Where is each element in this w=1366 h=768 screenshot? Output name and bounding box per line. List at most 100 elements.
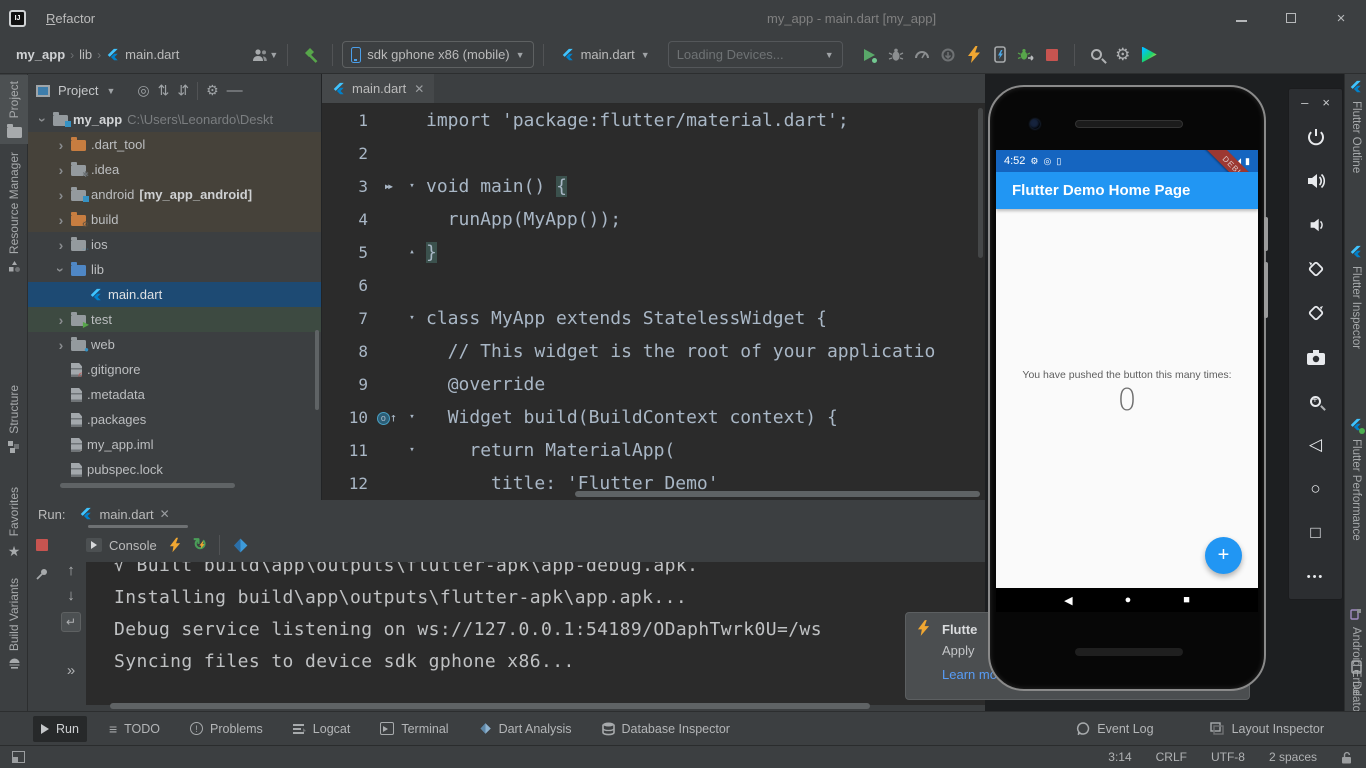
stop-button[interactable] bbox=[1039, 42, 1065, 68]
emu-back-button[interactable]: ◁ bbox=[1306, 423, 1326, 467]
minimize-window-button[interactable] bbox=[1216, 0, 1266, 36]
emu-home-button[interactable]: ○ bbox=[1306, 467, 1326, 511]
emu-volume-up-button[interactable] bbox=[1306, 159, 1326, 203]
emu-overview-button[interactable]: □ bbox=[1306, 511, 1326, 555]
tool-strip-flutter-outline[interactable]: Flutter Outline bbox=[1345, 80, 1366, 173]
chevron-icon[interactable]: › bbox=[56, 137, 66, 153]
run-line-icon[interactable]: ▸▸ bbox=[374, 170, 400, 203]
hot-reload-icon[interactable] bbox=[169, 537, 181, 553]
tree-item-my_app[interactable]: ›my_app C:\Users\Leonardo\Deskt bbox=[28, 107, 321, 132]
collapse-all-button[interactable]: ⇵ bbox=[177, 82, 189, 99]
chevron-icon[interactable]: › bbox=[35, 115, 51, 125]
chevron-icon[interactable]: › bbox=[53, 265, 69, 275]
run-button[interactable] bbox=[857, 42, 883, 68]
nav-home-button[interactable]: ● bbox=[1125, 594, 1132, 606]
emu-more-button[interactable]: ••• bbox=[1306, 555, 1326, 599]
lock-icon[interactable] bbox=[1341, 751, 1352, 764]
chevron-down-icon[interactable]: ▼ bbox=[106, 86, 115, 96]
device-screen[interactable]: 4:52 ⚙ ◎ ▯ ▼ ◢ ▮ DEBUG Flutter Demo Home… bbox=[996, 150, 1258, 612]
chevron-icon[interactable]: › bbox=[56, 312, 66, 328]
nav-back-button[interactable]: ◀ bbox=[1064, 594, 1072, 607]
device-selector[interactable]: sdk gphone x86 (mobile) ▼ bbox=[342, 41, 533, 68]
chevron-icon[interactable]: › bbox=[56, 162, 66, 178]
run-anything-button[interactable] bbox=[1136, 42, 1162, 68]
breadcrumb-file[interactable]: main.dart bbox=[125, 47, 179, 62]
tree-item-test[interactable]: ›▶test bbox=[28, 307, 321, 332]
scroll-down-button[interactable]: ↓ bbox=[67, 587, 75, 604]
tree-item-lib[interactable]: ›lib bbox=[28, 257, 321, 282]
tool-strip-resource-manager[interactable]: Resource Manager bbox=[0, 152, 28, 274]
fold-marker-icon[interactable]: ▾ bbox=[404, 434, 420, 467]
close-tab-icon[interactable]: ✕ bbox=[160, 507, 170, 521]
run-tab-main-dart[interactable]: main.dart ✕ bbox=[75, 500, 173, 528]
soft-wrap-button[interactable]: ↵ bbox=[61, 612, 81, 632]
run-config-selector[interactable]: main.dart ▼ bbox=[553, 41, 658, 68]
line-ending[interactable]: CRLF bbox=[1156, 750, 1187, 764]
debug-button[interactable] bbox=[883, 42, 909, 68]
editor-horizontal-scrollbar[interactable] bbox=[575, 491, 980, 497]
pin-icon[interactable] bbox=[35, 567, 49, 581]
chevron-icon[interactable]: › bbox=[56, 212, 66, 228]
console-horizontal-scrollbar[interactable] bbox=[110, 703, 870, 709]
indent-setting[interactable]: 2 spaces bbox=[1269, 750, 1317, 764]
dart-devtools-icon[interactable] bbox=[232, 537, 249, 554]
vcs-users-button[interactable]: ▼ bbox=[251, 42, 278, 68]
console-tab[interactable]: Console bbox=[86, 538, 157, 553]
scroll-up-button[interactable]: ↑ bbox=[67, 562, 75, 579]
tool-tab-dart-analysis[interactable]: Dart Analysis bbox=[471, 716, 580, 742]
emu-camera-button[interactable] bbox=[1306, 335, 1326, 379]
hot-restart-icon[interactable]: ↻ bbox=[193, 535, 207, 555]
expand-all-button[interactable]: ⇅ bbox=[158, 82, 170, 99]
tool-strip-de[interactable]: De bbox=[1345, 660, 1366, 696]
tool-strip-flutter-inspector[interactable]: Flutter Inspector bbox=[1345, 245, 1366, 349]
search-everywhere-button[interactable] bbox=[1084, 42, 1110, 68]
hide-panel-button[interactable]: — bbox=[227, 82, 243, 100]
fold-marker-icon[interactable]: ▾ bbox=[404, 401, 420, 434]
tree-item-build[interactable]: ›⚙build bbox=[28, 207, 321, 232]
menu-refactor[interactable]: Refactor bbox=[36, 0, 107, 36]
editor-vertical-scrollbar[interactable] bbox=[978, 108, 983, 258]
tool-tab-layout-inspector[interactable]: Layout Inspector bbox=[1202, 716, 1332, 742]
override-marker-icon[interactable]: o↑ bbox=[374, 401, 400, 435]
emulator-minimize-button[interactable]: – bbox=[1301, 95, 1308, 110]
tool-tab-todo[interactable]: ≡TODO bbox=[101, 716, 168, 742]
tree-item-android[interactable]: ›android [my_app_android] bbox=[28, 182, 321, 207]
tree-item-pubspec.lock[interactable]: pubspec.lock bbox=[28, 457, 321, 482]
profile-button[interactable] bbox=[909, 42, 935, 68]
apply-changes-button[interactable] bbox=[987, 42, 1013, 68]
emu-power-button[interactable] bbox=[1306, 115, 1326, 159]
panel-settings-button[interactable]: ⚙ bbox=[206, 82, 219, 99]
maximize-window-button[interactable] bbox=[1266, 0, 1316, 36]
close-window-button[interactable]: × bbox=[1316, 0, 1366, 36]
project-panel-title[interactable]: Project bbox=[58, 83, 98, 98]
fold-marker-icon[interactable]: ▾ bbox=[404, 170, 420, 203]
flutter-device-selector[interactable]: Loading Devices... ▼ bbox=[668, 41, 843, 68]
tool-strip-structure[interactable]: Structure bbox=[0, 385, 28, 453]
fold-marker-icon[interactable]: ▴ bbox=[404, 236, 420, 269]
code-area[interactable]: 1import 'package:flutter/material.dart';… bbox=[322, 104, 985, 500]
tool-tab-database-inspector[interactable]: Database Inspector bbox=[594, 716, 738, 742]
tree-item-.idea[interactable]: ›✱.idea bbox=[28, 157, 321, 182]
emu-rotate-left-button[interactable] bbox=[1306, 247, 1326, 291]
caret-position[interactable]: 3:14 bbox=[1108, 750, 1131, 764]
flutter-attach-button[interactable] bbox=[1013, 42, 1039, 68]
tree-item-my_app.iml[interactable]: my_app.iml bbox=[28, 432, 321, 457]
tool-tab-terminal[interactable]: Terminal bbox=[372, 716, 456, 742]
expand-gutter-button[interactable]: » bbox=[67, 662, 75, 679]
tool-tab-run[interactable]: Run bbox=[33, 716, 87, 742]
tree-item-main.dart[interactable]: main.dart bbox=[28, 282, 321, 307]
emulator-close-button[interactable]: × bbox=[1322, 95, 1330, 110]
tool-strip-build-variants[interactable]: Build Variants bbox=[0, 578, 28, 669]
close-tab-icon[interactable]: ✕ bbox=[414, 82, 424, 96]
locate-file-button[interactable]: ◎ bbox=[137, 82, 149, 99]
tool-strip-favorites[interactable]: Favorites★ bbox=[0, 487, 28, 560]
build-project-button[interactable] bbox=[297, 42, 323, 68]
tool-tab-logcat[interactable]: Logcat bbox=[285, 716, 359, 742]
emu-volume-down-button[interactable] bbox=[1306, 203, 1326, 247]
console-output[interactable]: √ Built build\app\outputs\flutter-apk\ap… bbox=[86, 562, 985, 705]
file-encoding[interactable]: UTF-8 bbox=[1211, 750, 1245, 764]
tool-window-toggle-icon[interactable] bbox=[12, 751, 25, 763]
breadcrumb-project[interactable]: my_app bbox=[16, 47, 65, 62]
tool-tab-problems[interactable]: !Problems bbox=[182, 716, 271, 742]
tree-item-web[interactable]: ›●web bbox=[28, 332, 321, 357]
